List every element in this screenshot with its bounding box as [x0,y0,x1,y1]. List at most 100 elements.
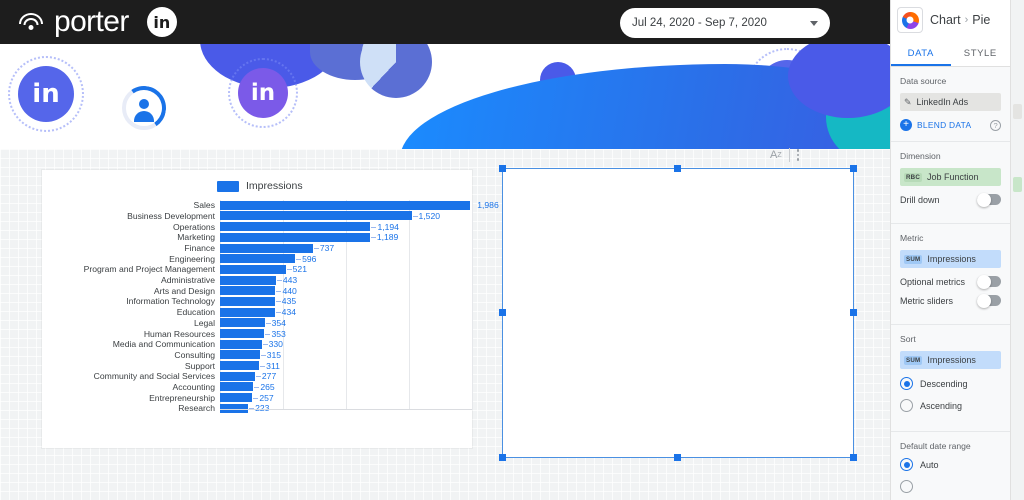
bar-value-label: 277 [255,371,276,381]
dimension-type-badge: RBC [904,172,923,182]
bar-row[interactable]: Legal 354 [42,318,472,329]
date-range-option-auto[interactable]: Auto [900,458,1001,471]
tab-style[interactable]: STYLE [951,40,1011,66]
bar-row[interactable]: Information Technology 435 [42,296,472,307]
resize-handle-s[interactable] [674,454,681,461]
bar-track: 1,986 [220,200,499,210]
bar-category-label: Media and Communication [112,339,215,350]
date-range-selector[interactable]: Jul 24, 2020 - Sep 7, 2020 [620,8,830,38]
resize-handle-w[interactable] [499,309,506,316]
bar-category-label: Community and Social Services [93,371,215,382]
dimension-chip[interactable]: RBC Job Function [900,168,1002,186]
blend-data-button[interactable]: + BLEND DATA ? [900,119,1002,131]
sort-option-descending[interactable]: Descending [900,377,1001,390]
sort-descending-label: Descending [920,378,968,389]
resize-handle-e[interactable] [850,309,857,316]
bar-track: 311 [220,361,472,371]
section-title: Dimension [900,151,941,161]
optional-metrics-toggle[interactable] [977,274,1002,289]
data-source-value: LinkedIn Ads [916,97,969,107]
pie-chart-card[interactable] [502,168,854,458]
section-title: Metric [900,233,924,243]
sort-type-badge: SUM [904,355,923,365]
bar-fill [220,232,370,242]
bar-row[interactable]: Education 434 [42,307,472,318]
bar-chart-card[interactable]: Impressions Sales 1,986 Business Developme… [42,170,499,448]
section-title: Sort [900,334,916,344]
bar-value-label: 265 [253,382,275,392]
bar-track: 1,194 [220,222,472,232]
tab-data[interactable]: DATA [891,40,951,66]
linkedin-icon: in [146,7,177,37]
resize-handle-n[interactable] [674,165,681,172]
bar-row[interactable]: Media and Communication 330 [42,339,472,350]
bar-chart-legend: Impressions [217,180,472,192]
bar-value-label: 257 [252,393,274,403]
bar-row[interactable]: Business Development 1,520 [42,211,472,222]
help-icon[interactable]: ? [990,119,1002,131]
resize-handle-ne[interactable] [850,165,857,172]
decorative-banner: in in in in [0,44,890,149]
bar-row[interactable]: Operations 1,194 [42,221,472,232]
bar-value-label: 440 [275,286,297,296]
breadcrumb-separator-icon: › [964,14,969,26]
bar-value-label: 435 [275,296,296,306]
bar-row[interactable]: Finance 737 [42,243,472,254]
bar-fill [220,296,275,306]
resize-handle-nw[interactable] [499,165,506,172]
sort-option-ascending[interactable]: Ascending [900,399,1001,412]
breadcrumb-child: Pie [972,13,991,27]
bar-row[interactable]: Community and Social Services 277 [42,371,472,382]
more-vertical-icon[interactable] [796,149,800,161]
bar-row[interactable]: Sales 1,986 [42,200,499,211]
breadcrumb-parent[interactable]: Chart [930,13,961,27]
metric-chip[interactable]: SUM Impressions [900,250,1002,268]
bar-row[interactable]: Entrepreneurship 257 [42,392,472,403]
bar-row[interactable]: Consulting 315 [42,350,472,361]
bar-fill [220,318,265,328]
pie-chart-type-icon[interactable] [897,7,923,33]
bar-row[interactable]: Engineering 596 [42,253,472,264]
bar-row[interactable]: Human Resources 353 [42,328,472,339]
bar-value-label: 353 [264,329,286,339]
report-area: porter in Jul 24, 2020 - Sep 7, 2020 in … [0,0,890,500]
bar-row[interactable]: Support 311 [42,360,472,371]
bar-category-label: Consulting [174,349,215,360]
drill-down-toggle[interactable] [977,192,1002,207]
section-title: Default date range [900,441,971,451]
section-sort: Sort SUM Impressions Descending Ascendin… [891,325,1011,432]
sort-az-icon[interactable]: AZ [770,149,782,161]
sort-metric-value: Impressions [927,355,976,365]
metric-sliders-toggle[interactable] [977,293,1002,308]
bar-row[interactable]: Program and Project Management 521 [42,264,472,275]
bar-fill [220,275,276,285]
bar-track: 265 [220,382,472,392]
properties-panel-main: Chart › Pie DATA STYLE Data source ✎ Lin… [891,0,1011,500]
section-data-source: Data source ✎ LinkedIn Ads + BLEND DATA … [891,67,1011,142]
sort-metric-chip[interactable]: SUM Impressions [900,351,1002,369]
panel-tabs: DATA STYLE [891,40,1011,67]
donut-chart[interactable] [525,211,725,411]
bar-value-label: 737 [313,243,334,253]
bar-value-label: 434 [275,307,296,317]
bar-track: 353 [220,329,472,339]
date-range-option-partial[interactable] [900,480,1001,493]
properties-panel-secondary-column [1010,0,1024,500]
brand-name: porter [54,5,129,38]
brand-logo[interactable]: porter in [18,5,177,39]
bar-row[interactable]: Marketing 1,189 [42,232,472,243]
bar-fill [220,243,313,253]
bar-category-label: Business Development [127,210,215,221]
bar-row[interactable]: Accounting 265 [42,382,472,393]
bar-row[interactable]: Administrative 443 [42,275,472,286]
bar-fill [220,211,412,221]
bar-track: 596 [220,254,472,264]
bar-row[interactable]: Arts and Design 440 [42,286,472,297]
resize-handle-se[interactable] [850,454,857,461]
data-source-chip[interactable]: ✎ LinkedIn Ads [900,93,1002,111]
resize-handle-sw[interactable] [499,454,506,461]
pencil-icon[interactable]: ✎ [904,97,912,108]
linkedin-icon: in [18,66,74,122]
bar-track: 737 [220,243,472,253]
gridline [472,200,473,410]
